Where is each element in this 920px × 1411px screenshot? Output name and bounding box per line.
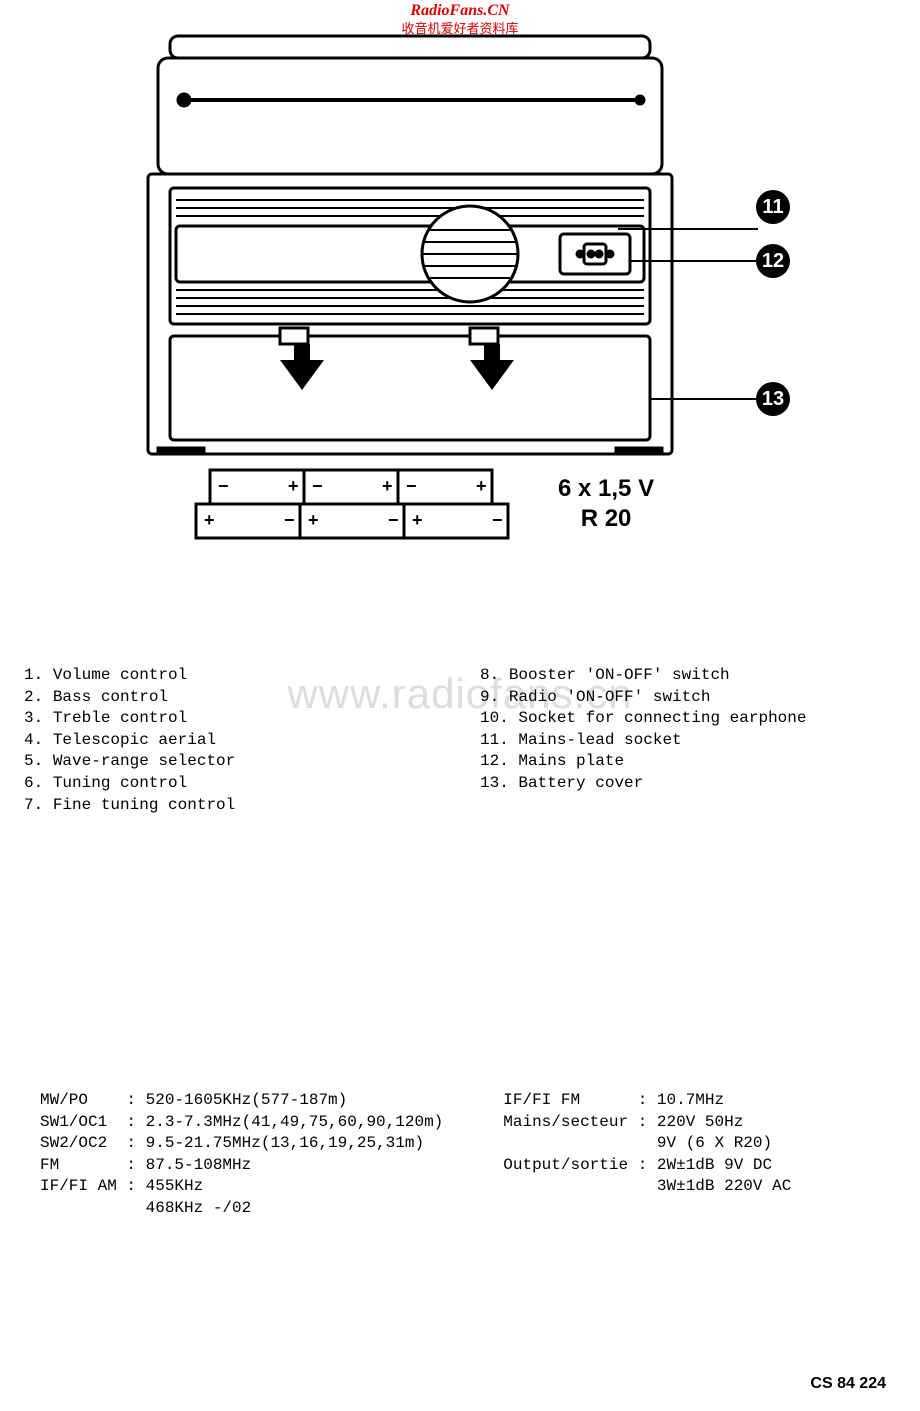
battery-type-label: R 20 <box>558 504 654 534</box>
svg-text:+: + <box>412 510 423 530</box>
legend-num: 12. <box>480 752 509 770</box>
radio-diagram: −+ −+ −+ +− +− +− 11 12 13 6 x 1,5 V R 2… <box>140 30 800 550</box>
legend-num: 7. <box>24 796 43 814</box>
control-legend: 1. Volume control 2. Bass control 3. Tre… <box>24 665 896 816</box>
legend-text: Radio 'ON-OFF' switch <box>509 688 711 706</box>
svg-text:+: + <box>308 510 319 530</box>
svg-text:+: + <box>382 476 393 496</box>
legend-text: Mains plate <box>518 752 624 770</box>
callout-12: 12 <box>756 244 790 278</box>
legend-text: Telescopic aerial <box>53 731 216 749</box>
callout-line-12 <box>630 260 758 262</box>
legend-num: 4. <box>24 731 43 749</box>
legend-num: 2. <box>24 688 43 706</box>
legend-text: Socket for connecting earphone <box>518 709 806 727</box>
svg-text:+: + <box>288 476 299 496</box>
legend-right-column: 8. Booster 'ON-OFF' switch 9. Radio 'ON-… <box>480 665 896 816</box>
legend-num: 6. <box>24 774 43 792</box>
legend-num: 9. <box>480 688 499 706</box>
document-code: CS 84 224 <box>810 1375 886 1393</box>
svg-text:−: − <box>388 510 399 530</box>
svg-text:−: − <box>312 476 323 496</box>
legend-text: Wave-range selector <box>53 752 235 770</box>
callout-line-11 <box>618 228 758 230</box>
callout-line-13 <box>650 398 758 400</box>
callout-13: 13 <box>756 382 790 416</box>
legend-num: 13. <box>480 774 509 792</box>
legend-text: Volume control <box>53 666 187 684</box>
specs-left-column: MW/PO : 520-1605KHz(577-187m) SW1/OC1 : … <box>40 1090 443 1220</box>
callout-11: 11 <box>756 190 790 224</box>
battery-voltage-label: 6 x 1,5 V <box>558 474 654 504</box>
legend-num: 1. <box>24 666 43 684</box>
legend-num: 5. <box>24 752 43 770</box>
legend-text: Battery cover <box>518 774 643 792</box>
legend-text: Booster 'ON-OFF' switch <box>509 666 730 684</box>
specs-right-column: IF/FI FM : 10.7MHz Mains/secteur : 220V … <box>503 1090 791 1220</box>
legend-num: 10. <box>480 709 509 727</box>
svg-text:+: + <box>476 476 487 496</box>
svg-text:+: + <box>204 510 215 530</box>
specifications: MW/PO : 520-1605KHz(577-187m) SW1/OC1 : … <box>40 1090 880 1220</box>
svg-text:−: − <box>406 476 417 496</box>
legend-num: 8. <box>480 666 499 684</box>
legend-num: 3. <box>24 709 43 727</box>
svg-text:−: − <box>492 510 503 530</box>
legend-text: Fine tuning control <box>53 796 235 814</box>
legend-text: Treble control <box>53 709 187 727</box>
legend-left-column: 1. Volume control 2. Bass control 3. Tre… <box>24 665 440 816</box>
legend-text: Bass control <box>53 688 168 706</box>
legend-num: 11. <box>480 731 509 749</box>
legend-text: Tuning control <box>53 774 187 792</box>
legend-text: Mains-lead socket <box>518 731 681 749</box>
svg-text:−: − <box>284 510 295 530</box>
svg-text:−: − <box>218 476 229 496</box>
